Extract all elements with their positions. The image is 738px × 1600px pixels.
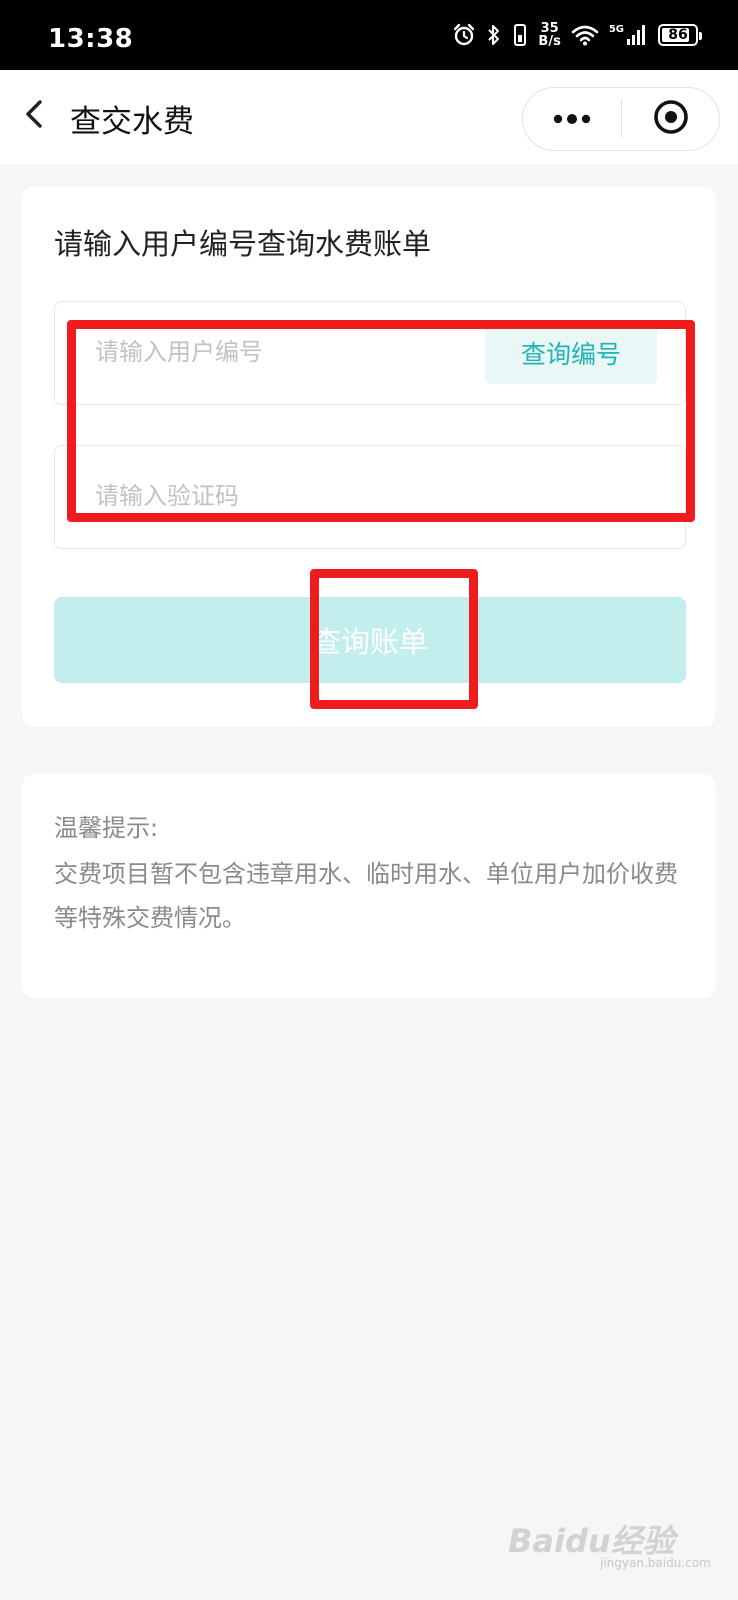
mini-program-capsule [522,87,720,151]
watermark-sub: jingyan.baidu.com [600,1556,711,1570]
form-heading: 请输入用户编号查询水费账单 [54,227,432,261]
status-icons: 35 B/s 5G 86 [452,18,702,52]
close-button[interactable] [622,88,719,150]
page-title: 查交水费 [70,104,194,140]
status-time: 13:38 [48,24,134,54]
watermark-logo: Baidu经验 jingyan.baidu.com [508,1508,711,1574]
back-button[interactable] [14,96,54,136]
net-speed-unit: B/s [538,34,561,49]
tips-title: 温馨提示: [54,814,159,842]
wifi-icon [571,24,599,46]
nav-bar: 查交水费 [0,70,738,164]
net-speed: 35 B/s [538,22,560,48]
battery-icon: 86 [658,24,702,46]
bluetooth-icon [486,23,502,47]
more-dots-icon [552,110,592,129]
cellular-signal-icon [626,24,648,46]
chevron-left-icon [22,98,46,134]
more-button[interactable] [523,88,621,150]
annotation-box-query-button [310,569,478,709]
alarm-icon [452,23,476,47]
target-close-icon [652,98,690,140]
annotation-box-inputs [67,320,695,522]
tips-card: 温馨提示: 交费项目暂不包含违章用水、临时用水、单位用户加价收费等特殊交费情况。 [22,774,716,998]
battery-level: 86 [668,27,688,43]
tips-body: 交费项目暂不包含违章用水、临时用水、单位用户加价收费等特殊交费情况。 [54,860,678,932]
signal-5g-label: 5G [608,23,624,35]
status-bar: 13:38 35 B/s 5G 86 [0,0,738,70]
vibrate-icon [512,23,528,47]
